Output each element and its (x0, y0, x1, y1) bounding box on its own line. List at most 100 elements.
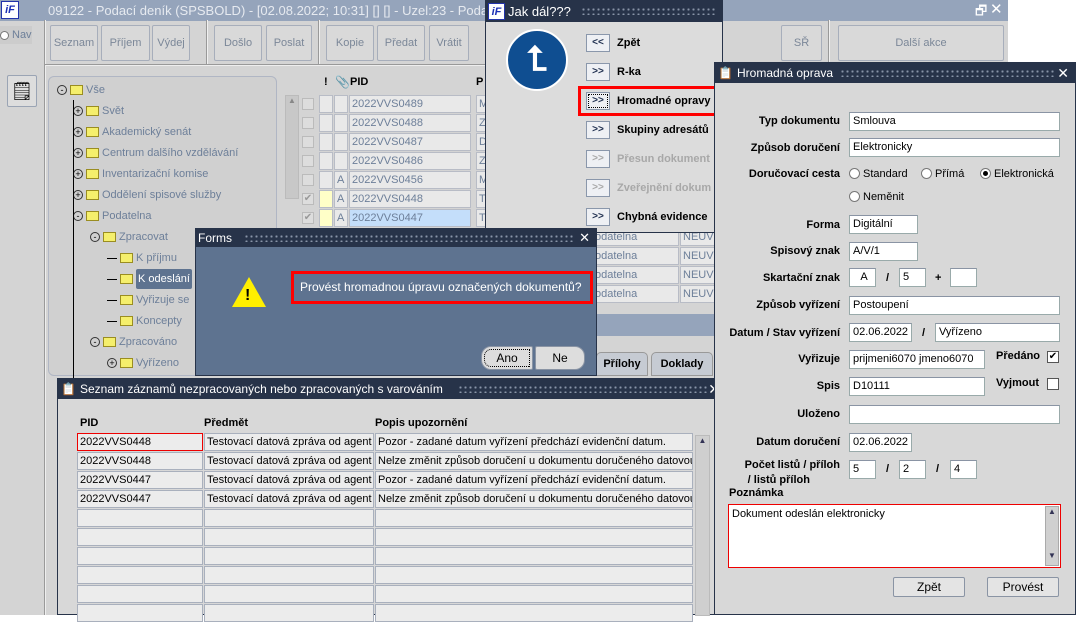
skartacni-lhuta-field[interactable]: 5 (899, 268, 926, 287)
row-checkbox[interactable] (302, 155, 314, 167)
tab-doklady[interactable]: Doklady (651, 352, 713, 376)
radio-prima[interactable]: Přímá (921, 168, 964, 180)
tree-item[interactable]: - Podatelna (73, 207, 152, 225)
zpusob-vyrizeni-field[interactable]: Postoupení (849, 296, 1060, 315)
warning-cell[interactable] (204, 509, 374, 527)
toolbar-button-2[interactable]: Výdej (152, 25, 190, 61)
warning-cell[interactable]: Testovací datová zpráva od agent (204, 433, 374, 451)
jak-dal-label[interactable]: Zveřejnění dokum (617, 182, 711, 194)
warning-cell[interactable] (375, 585, 693, 603)
radio-standard[interactable]: Standard (849, 168, 908, 180)
toolbar-button-8[interactable]: SŘ (781, 25, 822, 61)
spis-field[interactable]: D10111 (849, 377, 985, 396)
tree-item[interactable]: Koncepty (107, 312, 182, 330)
warning-cell[interactable] (204, 604, 374, 622)
row-checkbox[interactable] (302, 117, 314, 129)
jak-dal-label[interactable]: R-ka (617, 66, 641, 78)
warning-cell[interactable] (375, 509, 693, 527)
datum-vyrizeni-field[interactable]: 02.06.2022 (849, 323, 912, 342)
expand-icon[interactable]: + (73, 190, 83, 200)
close-icon[interactable]: ✕ (990, 0, 1003, 18)
collapse-icon[interactable]: - (73, 211, 83, 221)
warning-cell[interactable]: 2022VVS0447 (77, 471, 203, 489)
warning-cell[interactable]: Nelze změnit způsob doručení u dokumentu… (375, 490, 693, 508)
spisovy-znak-field[interactable]: A/V/1 (849, 242, 918, 261)
expand-icon[interactable]: + (73, 127, 83, 137)
pid-cell[interactable]: 2022VVS0486 (349, 152, 471, 170)
jak-dal-button-1[interactable]: >> (586, 63, 610, 81)
warning-cell[interactable]: Testovací datová zpráva od agent (204, 452, 374, 470)
pid-cell[interactable]: 2022VVS0489 (349, 95, 471, 113)
warning-cell[interactable] (375, 528, 693, 546)
pid-cell[interactable]: 2022VVS0487 (349, 133, 471, 151)
datum-doruceni-field[interactable]: 02.06.2022 (849, 433, 912, 452)
scroll-up-icon[interactable]: ▲ (1046, 507, 1058, 516)
close-icon[interactable]: ✕ (1057, 63, 1069, 83)
ulozeno-field[interactable] (849, 405, 1060, 424)
zpet-button[interactable]: Zpět (893, 577, 965, 597)
tree-item[interactable]: + Akademický senát (73, 123, 191, 141)
row-checkbox[interactable] (302, 98, 314, 110)
jak-dal-button-4[interactable]: >> (586, 150, 610, 168)
jak-dal-label[interactable]: Přesun dokument (617, 153, 710, 165)
row-cell[interactable]: odatelna (592, 285, 679, 303)
tree-item[interactable]: K odeslání (107, 269, 192, 289)
warning-cell[interactable] (77, 566, 203, 584)
warning-cell[interactable] (77, 604, 203, 622)
typ-dokumentu-field[interactable]: Smlouva (849, 112, 1060, 131)
pocet-listu-field[interactable]: 5 (849, 460, 876, 479)
warning-cell[interactable] (204, 566, 374, 584)
yes-button[interactable]: Ano (481, 346, 533, 370)
warning-cell[interactable]: Testovací datová zpráva od agent (204, 471, 374, 489)
pid-cell[interactable]: 2022VVS0447 (349, 209, 471, 227)
collapse-icon[interactable]: - (57, 85, 67, 95)
warning-cell[interactable] (77, 547, 203, 565)
expand-icon[interactable]: + (107, 358, 117, 368)
tree-item[interactable]: - Zpracováno (90, 333, 177, 351)
warning-cell[interactable]: 2022VVS0448 (77, 433, 203, 451)
warning-cell[interactable]: 2022VVS0447 (77, 490, 203, 508)
warning-cell[interactable]: Pozor - zadané datum vyřízení předchází … (375, 471, 693, 489)
tree-item[interactable]: + Oddělení spisové služby (73, 186, 221, 204)
toolbar-button-4[interactable]: Poslat (266, 25, 312, 61)
warning-cell[interactable]: Testovací datová zpráva od agent (204, 490, 374, 508)
warning-cell[interactable] (375, 547, 693, 565)
row-checkbox[interactable]: ✔ (302, 193, 314, 205)
warning-cell[interactable]: Nelze změnit způsob doručení u dokumentu… (375, 452, 693, 470)
textarea-scrollbar[interactable]: ▲ ▼ (1045, 506, 1059, 566)
tree-item[interactable]: + Inventarizační komise (73, 165, 208, 183)
table-scrollbar[interactable]: ▲ (285, 95, 299, 199)
toolbar-button-0[interactable]: Seznam (50, 25, 98, 61)
no-button[interactable]: Ne (535, 346, 585, 370)
warning-cell[interactable] (77, 509, 203, 527)
pid-cell[interactable]: 2022VVS0488 (349, 114, 471, 132)
tree-item[interactable]: + Centrum dalšího vzdělávání (73, 144, 238, 162)
warning-cell[interactable] (204, 585, 374, 603)
tree-item[interactable]: - Zpracovat (90, 228, 168, 246)
zpusob-doruceni-field[interactable]: Elektronicky (849, 138, 1060, 157)
warning-cell[interactable] (204, 528, 374, 546)
pocet-listu-priloh-field[interactable]: 4 (950, 460, 977, 479)
toolbar-button-9[interactable]: Další akce (838, 25, 1004, 61)
row-checkbox[interactable] (302, 136, 314, 148)
toolbar-button-1[interactable]: Příjem (101, 25, 150, 61)
warning-cell[interactable]: 2022VVS0448 (77, 452, 203, 470)
warning-cell[interactable] (375, 566, 693, 584)
tree-item[interactable]: - Vše (57, 81, 105, 99)
row-checkbox[interactable]: ✔ (302, 212, 314, 224)
jak-dal-button-6[interactable]: >> (586, 208, 610, 226)
scroll-up-icon[interactable]: ▲ (696, 436, 709, 445)
scroll-down-icon[interactable]: ▼ (1046, 551, 1058, 560)
toolbar-button-6[interactable]: Předat (377, 25, 425, 61)
pid-cell[interactable]: 2022VVS0448 (349, 190, 471, 208)
tab-prilohy[interactable]: Přílohy (596, 352, 648, 376)
warning-cell[interactable] (375, 604, 693, 622)
jak-dal-label[interactable]: Skupiny adresátů (617, 124, 709, 136)
warnings-scrollbar[interactable]: ▲ (695, 435, 710, 616)
predano-checkbox[interactable]: ✔ (1047, 351, 1059, 363)
pocet-priloh-field[interactable]: 2 (899, 460, 926, 479)
forma-field[interactable]: Digitální (849, 215, 918, 234)
document-list-icon[interactable]: 🗒 (7, 75, 37, 107)
close-icon[interactable]: ✕ (579, 229, 590, 247)
toolbar-button-3[interactable]: Došlo (214, 25, 262, 61)
